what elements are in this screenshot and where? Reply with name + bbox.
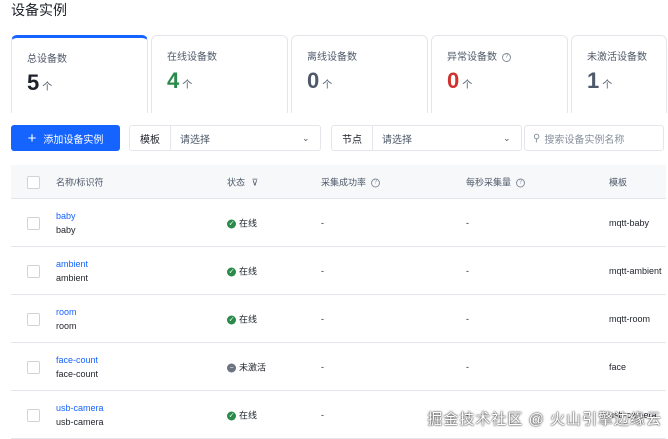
- stat-card[interactable]: 异常设备数? 0个: [431, 35, 568, 113]
- device-id: face-count: [56, 368, 99, 379]
- device-id: usb-camera: [56, 416, 104, 427]
- rate-value: -: [321, 409, 324, 420]
- row-checkbox[interactable]: [27, 360, 40, 374]
- stat-value: 1个: [587, 68, 613, 93]
- device-id: room: [56, 320, 77, 331]
- stat-label: 异常设备数?: [447, 48, 511, 63]
- check-circle-icon: ✓: [227, 411, 236, 421]
- per-sec-value: -: [466, 361, 469, 372]
- device-id: baby: [56, 224, 76, 235]
- stat-label: 未激活设备数: [587, 52, 647, 63]
- search-icon: ⚲: [533, 132, 541, 144]
- stat-value: 0个: [447, 68, 473, 93]
- node-label: 节点: [332, 126, 373, 150]
- stat-label: 离线设备数: [307, 52, 357, 63]
- template-value: mqtt-ambient: [609, 265, 662, 276]
- node-select[interactable]: 节点 请选择 ⌄: [331, 125, 522, 151]
- rate-value: -: [321, 361, 324, 372]
- select-all-checkbox[interactable]: [27, 175, 40, 189]
- add-label: 添加设备实例: [43, 134, 104, 146]
- per-sec-value: -: [466, 313, 469, 324]
- watermark: 掘金技术社区 @ 火山引擎边缘云: [427, 411, 662, 428]
- device-name-link[interactable]: usb-camera: [56, 403, 104, 413]
- template-label: 模板: [130, 126, 171, 150]
- template-value: face: [609, 361, 627, 372]
- rate-value: -: [321, 313, 324, 324]
- stat-card[interactable]: 离线设备数 0个: [291, 35, 428, 113]
- filter-icon[interactable]: ⊽: [252, 177, 259, 187]
- status-badge: − 未激活: [227, 360, 266, 373]
- check-circle-icon: ✓: [227, 315, 236, 325]
- stat-value: 5个: [27, 70, 53, 95]
- header-name: 名称/标识符: [56, 177, 104, 187]
- table-row: baby baby ✓ 在线 - - mqtt-baby: [11, 199, 666, 247]
- search-placeholder: 搜索设备实例名称: [544, 134, 625, 146]
- add-device-instance-button[interactable]: + 添加设备实例: [11, 125, 120, 151]
- help-icon[interactable]: ?: [502, 52, 511, 62]
- device-name-link[interactable]: baby: [56, 211, 76, 221]
- chevron-down-icon: ⌄: [302, 132, 310, 143]
- search-input[interactable]: ⚲ 搜索设备实例名称: [524, 125, 664, 151]
- header-status: 状态 ⊽: [227, 177, 259, 187]
- table-row: face-count face-count − 未激活 - - face: [11, 343, 666, 391]
- row-checkbox[interactable]: [27, 216, 40, 230]
- help-icon[interactable]: ?: [371, 178, 381, 188]
- table-header: 名称/标识符 状态 ⊽ 采集成功率? 每秒采集量? 模板: [11, 165, 666, 199]
- table-row: room room ✓ 在线 - - mqtt-room: [11, 295, 666, 343]
- header-per-sec: 每秒采集量?: [466, 175, 526, 188]
- status-badge: ✓ 在线: [227, 410, 258, 421]
- row-checkbox[interactable]: [27, 408, 40, 422]
- stat-value: 0个: [307, 68, 333, 93]
- per-sec-value: -: [466, 217, 469, 228]
- chevron-down-icon: ⌄: [503, 132, 511, 143]
- row-checkbox[interactable]: [27, 264, 40, 278]
- table-row: ambient ambient ✓ 在线 - - mqtt-ambient: [11, 247, 666, 295]
- plus-icon: +: [27, 129, 37, 147]
- template-value: mqtt-baby: [609, 217, 650, 228]
- row-checkbox[interactable]: [27, 312, 40, 326]
- template-value: 请选择: [180, 134, 210, 146]
- stat-card[interactable]: 在线设备数 4个: [151, 35, 288, 113]
- stat-label: 总设备数: [27, 54, 67, 65]
- device-name-link[interactable]: room: [56, 307, 77, 317]
- status-badge: ✓ 在线: [227, 314, 258, 325]
- stat-label: 在线设备数: [167, 52, 217, 63]
- header-rate: 采集成功率?: [321, 175, 381, 188]
- per-sec-value: -: [466, 265, 469, 276]
- template-select[interactable]: 模板 请选择 ⌄: [129, 125, 321, 151]
- template-value: mqtt-room: [609, 313, 651, 324]
- check-circle-icon: ✓: [227, 219, 236, 229]
- rate-value: -: [321, 217, 324, 228]
- minus-circle-icon: −: [227, 363, 236, 373]
- stat-card[interactable]: 总设备数 5个: [11, 35, 148, 113]
- status-badge: ✓ 在线: [227, 218, 258, 229]
- stat-value: 4个: [167, 68, 193, 93]
- stat-card[interactable]: 未激活设备数 1个: [571, 35, 667, 113]
- header-template: 模板: [609, 177, 628, 187]
- help-icon[interactable]: ?: [516, 178, 526, 188]
- check-circle-icon: ✓: [227, 267, 236, 277]
- status-badge: ✓ 在线: [227, 266, 258, 277]
- page-title: 设备实例: [11, 2, 67, 18]
- device-id: ambient: [56, 272, 89, 283]
- rate-value: -: [321, 265, 324, 276]
- device-name-link[interactable]: ambient: [56, 259, 88, 269]
- device-name-link[interactable]: face-count: [56, 355, 98, 365]
- node-value: 请选择: [382, 134, 412, 146]
